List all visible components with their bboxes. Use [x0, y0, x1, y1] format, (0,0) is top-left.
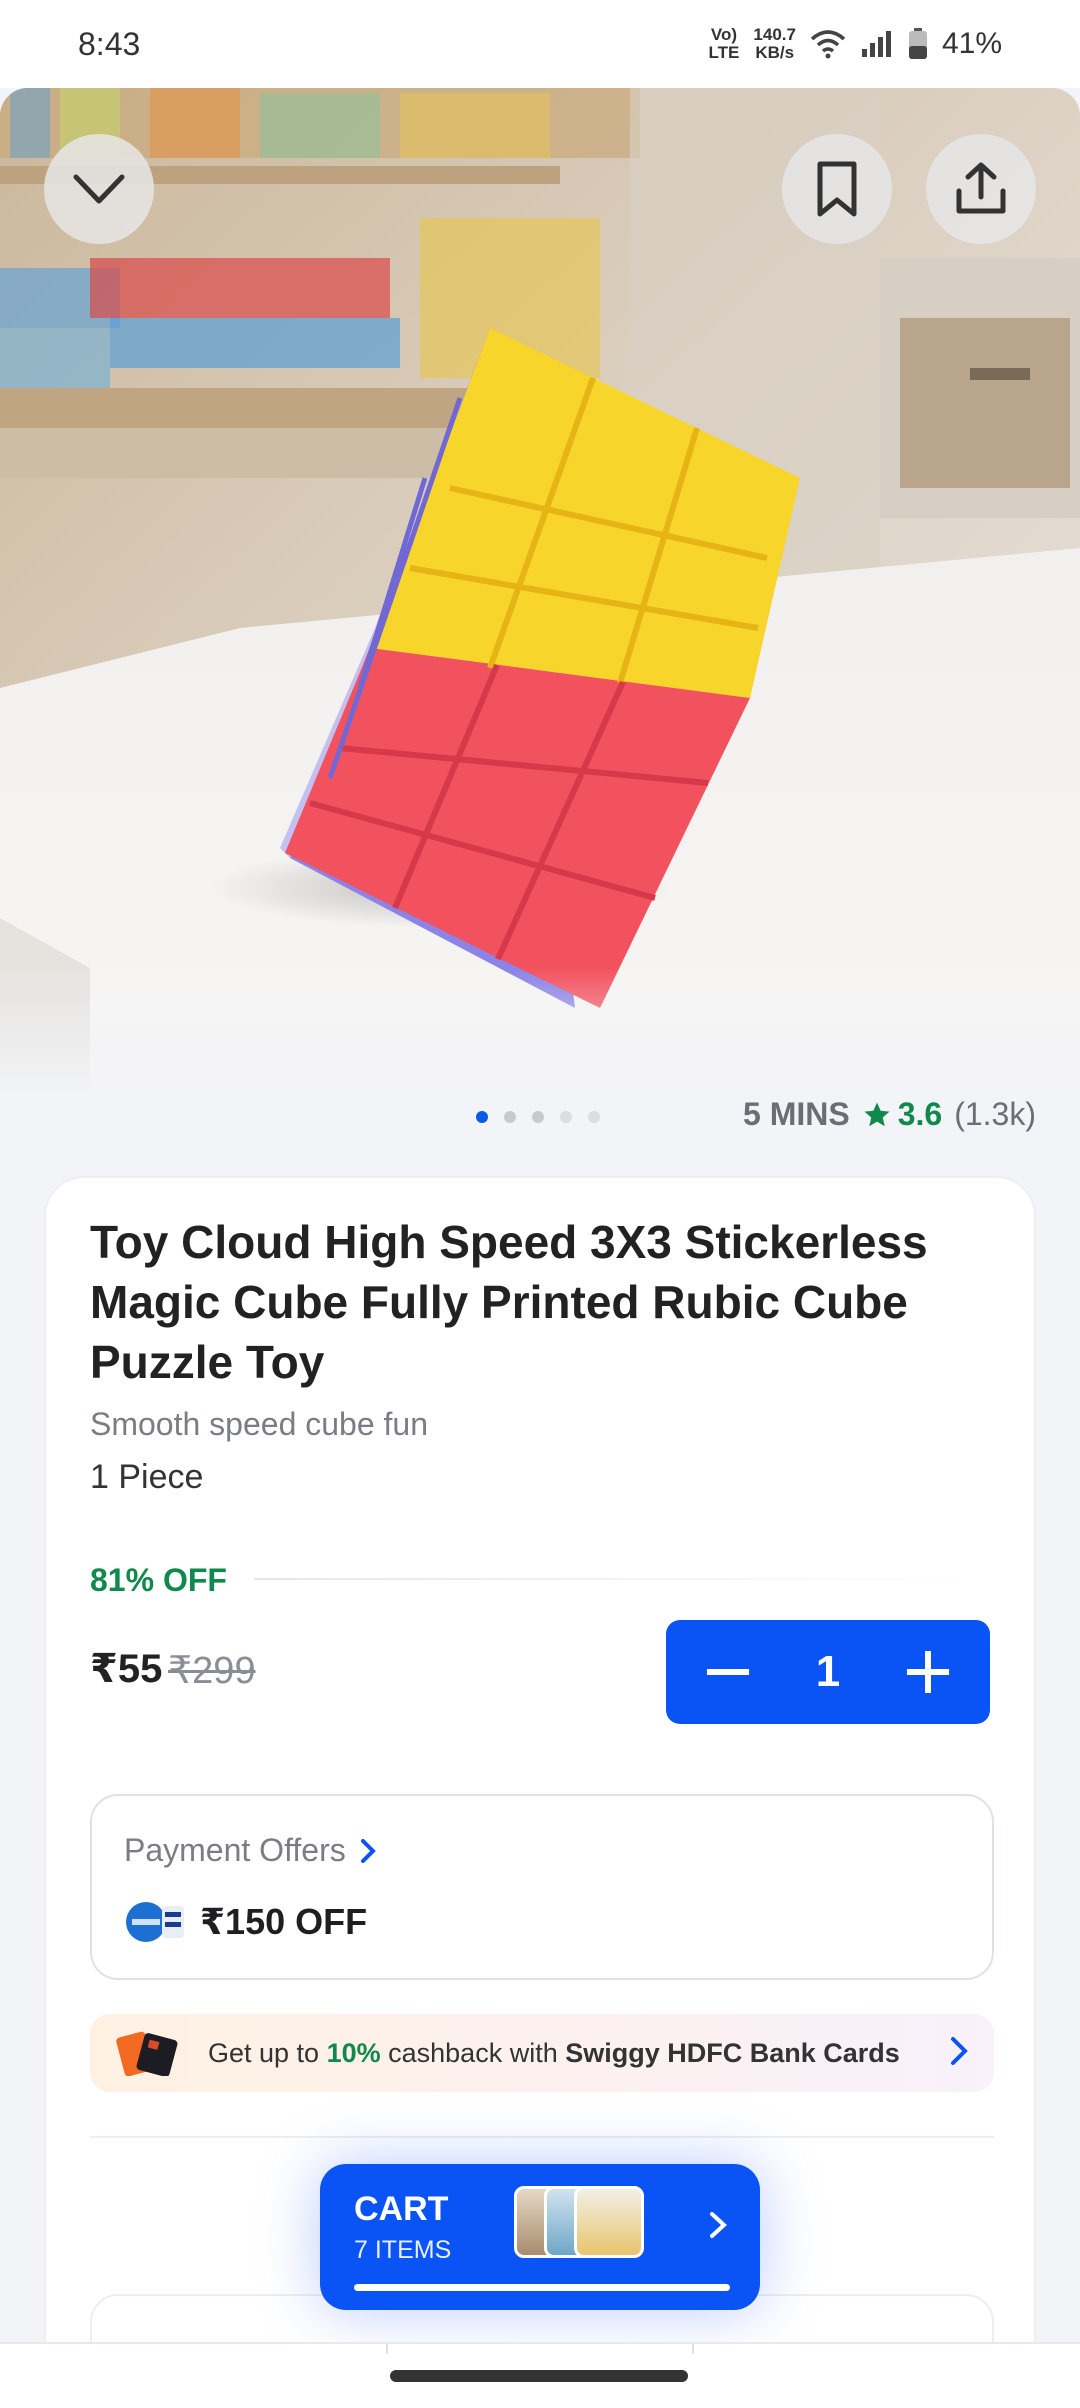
share-button[interactable] [926, 134, 1036, 244]
rating: 3.6 [862, 1096, 942, 1133]
product-image [0, 88, 1080, 1098]
home-indicator[interactable] [390, 2370, 688, 2382]
payment-offers-box[interactable]: Payment Offers ₹150 OFF [90, 1794, 994, 1980]
carousel-dot[interactable] [476, 1111, 488, 1123]
card-logos-icon [124, 1900, 186, 1944]
volte-icon: Vo) LTE [708, 25, 740, 62]
cart-progress-bar [354, 2284, 730, 2291]
chevron-right-icon [710, 2212, 727, 2238]
mrp: ₹299 [168, 1650, 256, 1692]
rating-count: (1.3k) [954, 1096, 1036, 1132]
product-title: Toy Cloud High Speed 3X3 Stickerless Mag… [90, 1216, 928, 1388]
payment-offers-title: Payment Offers [124, 1832, 376, 1869]
signal-icon [861, 31, 891, 57]
carousel-dot[interactable] [504, 1111, 516, 1123]
carousel-dots [476, 1111, 600, 1123]
status-icons: Vo) LTE 140.7 KB/s 41% [709, 26, 1002, 62]
decrease-button[interactable] [706, 1668, 750, 1676]
bookmark-icon [817, 161, 857, 217]
divider [90, 2136, 994, 2138]
status-time: 8:43 [78, 25, 141, 62]
network-speed: 140.7 KB/s [753, 25, 796, 62]
cart-thumbnail [574, 2186, 644, 2258]
cart-label: CART [354, 2190, 449, 2228]
carousel-dot[interactable] [560, 1111, 572, 1123]
cart-item-count: 7 ITEMS [354, 2236, 452, 2264]
product-image-carousel[interactable] [0, 88, 1080, 1098]
price: ₹55 [90, 1647, 163, 1691]
cashback-banner[interactable]: Get up to 10% cashback with Swiggy HDFC … [90, 2014, 994, 2092]
wifi-icon [810, 30, 846, 59]
battery-percentage: 41% [941, 27, 1002, 60]
plus-icon [906, 1651, 949, 1693]
status-bar: 8:43 Vo) LTE 140.7 KB/s 41% [0, 0, 1080, 88]
battery-icon [908, 28, 927, 59]
product-subtitle: Smooth speed cube fun [90, 1406, 429, 1442]
collapse-button[interactable] [44, 134, 154, 244]
quantity-stepper: 1 [666, 1620, 990, 1724]
chevron-right-icon [360, 1838, 376, 1863]
carousel-dot[interactable] [588, 1111, 600, 1123]
payment-offer: ₹150 OFF [124, 1900, 367, 1944]
minus-icon [707, 1669, 749, 1675]
hdfc-card-icon [116, 2031, 178, 2076]
delivery-time: 5 MINS [743, 1096, 850, 1132]
quantity-value: 1 [815, 1647, 841, 1696]
product-quantity: 1 Piece [90, 1458, 204, 1496]
bookmark-button[interactable] [782, 134, 892, 244]
share-icon [956, 162, 1006, 214]
carousel-dot[interactable] [532, 1111, 544, 1123]
view-cart-button[interactable]: CART 7 ITEMS [320, 2164, 760, 2310]
divider [254, 1578, 974, 1580]
cart-thumbnails [514, 2186, 644, 2258]
chevron-right-icon [951, 2037, 968, 2065]
cashback-text: Get up to 10% cashback with Swiggy HDFC … [208, 2037, 900, 2068]
star-icon [864, 1102, 890, 1126]
delivery-rating-row: 5 MINS 3.6 (1.3k) [743, 1096, 1036, 1133]
rating-value: 3.6 [897, 1096, 943, 1132]
discount-tag: 81% OFF [90, 1562, 227, 1598]
chevron-down-icon [73, 174, 125, 204]
increase-button[interactable] [906, 1651, 950, 1693]
